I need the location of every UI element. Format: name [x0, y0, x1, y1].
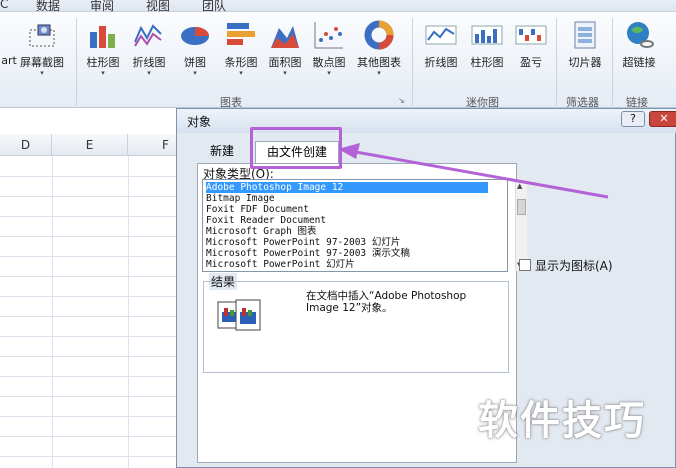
close-button[interactable]: ✕: [649, 111, 676, 127]
grid-line: [0, 276, 180, 277]
column-header-d[interactable]: D: [0, 134, 52, 156]
display-as-icon-label: 显示为图标(A): [535, 259, 613, 273]
bar-chart-button[interactable]: 条形图 ▾: [218, 16, 264, 78]
screenshot-label: 屏幕截图: [20, 56, 64, 69]
list-item[interactable]: Microsoft Graph 图表: [206, 226, 488, 237]
pie-chart-label: 饼图: [184, 56, 206, 69]
grid-line: [0, 216, 180, 217]
sparkline-winloss-label: 盈亏: [520, 56, 542, 69]
highlight-box: [250, 127, 342, 169]
chevron-down-icon: ▾: [193, 69, 197, 77]
bar-chart-label: 条形图: [224, 56, 258, 69]
column-header-e[interactable]: E: [52, 134, 128, 156]
column-chart-button[interactable]: 柱形图 ▾: [80, 16, 126, 78]
grid-line: [52, 156, 53, 468]
donut-chart-icon: [363, 20, 395, 50]
sparkline-line-button[interactable]: 折线图: [418, 16, 464, 78]
grid-line: [0, 356, 180, 357]
watermark: 软件技巧: [478, 398, 646, 444]
dialog-launcher-icon[interactable]: ↘: [398, 96, 405, 105]
line-chart-button[interactable]: 折线图 ▾: [126, 16, 172, 78]
result-text-line1: 在文档中插入“Adobe Photoshop: [306, 290, 467, 302]
bar-chart-icon: [225, 20, 257, 50]
result-group: 在文档中插入“Adobe Photoshop Image 12”对象。: [203, 281, 509, 373]
column-chart-icon: [87, 20, 119, 50]
chevron-down-icon: ▾: [239, 69, 243, 77]
grid-line: [0, 236, 180, 237]
hyperlink-label: 超链接: [622, 56, 656, 69]
spreadsheet-grid[interactable]: D E F: [0, 134, 204, 468]
grid-line: [0, 376, 180, 377]
slicer-label: 切片器: [568, 56, 602, 69]
sparkline-winloss-button[interactable]: 盈亏: [508, 16, 554, 78]
grid-line: [0, 256, 180, 257]
area-chart-label: 面积图: [268, 56, 302, 69]
grid-line: [0, 396, 180, 397]
dialog-title: 对象: [187, 115, 212, 129]
sparkline-column-button[interactable]: 柱形图: [464, 16, 510, 78]
other-charts-button[interactable]: 其他图表 ▾: [352, 16, 406, 78]
sparkline-line-label: 折线图: [424, 56, 458, 69]
divider: [76, 18, 77, 106]
tab-new[interactable]: 新建: [199, 141, 245, 163]
screenshot-button[interactable]: 屏幕截图 ▾: [16, 16, 68, 78]
line-chart-label: 折线图: [132, 56, 166, 69]
sparkline-line-icon: [425, 20, 457, 50]
chevron-down-icon: ▾: [147, 69, 151, 77]
area-chart-icon: [269, 20, 301, 50]
divider: [612, 18, 613, 106]
divider: [412, 18, 413, 106]
grid-line: [0, 336, 180, 337]
annotation-arrow: [338, 143, 609, 199]
chevron-down-icon: ▾: [40, 69, 44, 77]
grid-line: [128, 156, 129, 468]
divider: [556, 18, 557, 106]
grid-line: [0, 316, 180, 317]
chevron-down-icon: ▾: [101, 69, 105, 77]
menu-tab-bar: C 数据 审阅 视图 团队: [0, 0, 676, 13]
slicer-icon: [569, 20, 601, 50]
list-item[interactable]: Foxit FDF Document: [206, 204, 488, 215]
grid-line: [0, 196, 180, 197]
grid-line: [0, 436, 180, 437]
other-charts-label: 其他图表: [357, 56, 401, 69]
sparkline-winloss-icon: [515, 20, 547, 50]
close-icon: ✕: [659, 112, 669, 125]
tab-c[interactable]: C: [0, 0, 8, 11]
slicer-button[interactable]: 切片器: [562, 16, 608, 78]
scatter-chart-button[interactable]: 散点图 ▾: [306, 16, 352, 78]
result-description: 在文档中插入“Adobe Photoshop Image 12”对象。: [306, 290, 466, 314]
grid-line: [0, 456, 180, 457]
list-item[interactable]: Microsoft PowerPoint 幻灯片: [206, 259, 488, 270]
globe-link-icon: [623, 20, 655, 50]
column-chart-label: 柱形图: [86, 56, 120, 69]
scatter-chart-icon: [313, 20, 345, 50]
chevron-down-icon: ▾: [377, 69, 381, 77]
camera-icon: [26, 20, 58, 50]
chevron-down-icon: ▾: [327, 69, 331, 77]
sparkline-column-label: 柱形图: [470, 56, 504, 69]
pie-chart-button[interactable]: 饼图 ▾: [172, 16, 218, 78]
ribbon: art 屏幕截图 ▾ 柱形图 ▾ 折线图 ▾ 饼图 ▾ 条形图 ▾ 面积图 ▾ …: [0, 12, 676, 109]
hyperlink-button[interactable]: 超链接: [616, 16, 662, 78]
list-item[interactable]: Microsoft PowerPoint 97-2003 幻灯片: [206, 237, 488, 248]
help-button[interactable]: ?: [621, 111, 645, 127]
list-item[interactable]: Foxit Reader Document: [206, 215, 488, 226]
line-chart-icon: [133, 20, 165, 50]
object-picture-icon: [216, 298, 264, 336]
display-as-icon-checkbox[interactable]: [519, 259, 531, 271]
grid-line: [0, 296, 180, 297]
sparkline-column-icon: [471, 20, 503, 50]
grid-line: [0, 416, 180, 417]
area-chart-button[interactable]: 面积图 ▾: [262, 16, 308, 78]
list-item[interactable]: Microsoft PowerPoint 97-2003 演示文稿: [206, 248, 488, 259]
result-text-line2: Image 12”对象。: [306, 302, 393, 314]
grid-line: [0, 176, 180, 177]
scatter-chart-label: 散点图: [312, 56, 346, 69]
chevron-down-icon: ▾: [283, 69, 287, 77]
pie-chart-icon: [179, 20, 211, 50]
